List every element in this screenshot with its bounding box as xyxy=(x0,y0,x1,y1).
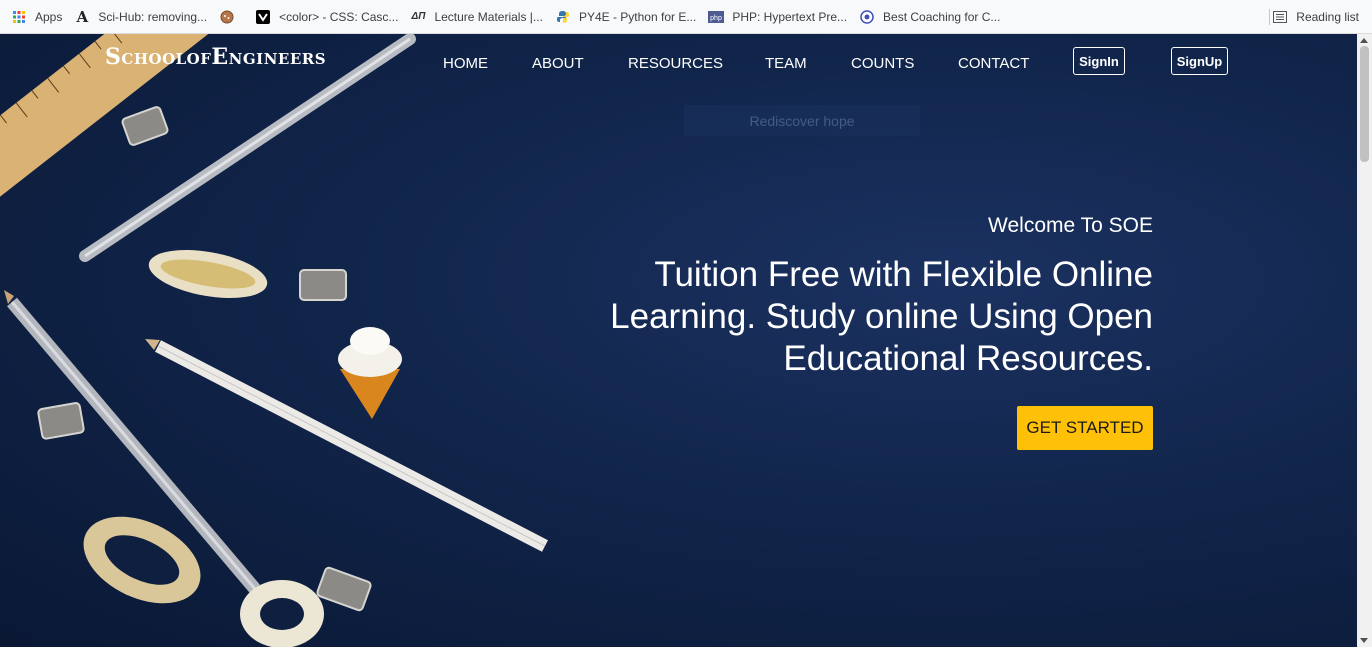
bookmark-apps[interactable]: Apps xyxy=(11,9,62,25)
nav-resources[interactable]: RESOURCES xyxy=(628,55,723,72)
nav-about[interactable]: ABOUT xyxy=(532,55,584,72)
bookmark-label: <color> - CSS: Casc... xyxy=(279,9,399,24)
scrollbar-thumb[interactable] xyxy=(1360,46,1369,162)
reading-list-button[interactable]: Reading list xyxy=(1272,0,1359,34)
nav-team[interactable]: TEAM xyxy=(765,55,807,72)
bookmark-label: Lecture Materials |... xyxy=(434,9,543,24)
page-scrollbar[interactable] xyxy=(1357,34,1372,647)
nptel-icon: ΔΠ xyxy=(411,11,426,22)
bookmark-label: Best Coaching for C... xyxy=(883,9,1001,24)
mdn-icon xyxy=(255,9,271,25)
reading-list-label: Reading list xyxy=(1296,10,1359,24)
bookmark-label: Apps xyxy=(35,9,63,24)
bookmarks-bar: Apps A Sci-Hub: removing... <color> - CS… xyxy=(0,0,1372,34)
signup-button[interactable]: SignUp xyxy=(1171,47,1228,75)
bookmark-php[interactable]: php PHP: Hypertext Pre... xyxy=(708,9,847,25)
sci-hub-icon: A xyxy=(76,7,89,26)
bookmark-coaching[interactable]: Best Coaching for C... xyxy=(859,9,1000,25)
nav-contact[interactable]: CONTACT xyxy=(958,55,1029,72)
ice-cream-image xyxy=(338,327,402,419)
site-logo[interactable]: SchoolofEngineers xyxy=(105,44,326,70)
faded-banner: Rediscover hope xyxy=(684,105,920,136)
coaching-icon xyxy=(859,9,875,25)
signin-button[interactable]: SignIn xyxy=(1073,47,1125,75)
welcome-text: Welcome To SOE xyxy=(988,214,1153,237)
svg-text:php: php xyxy=(710,15,722,22)
hero-headline: Tuition Free with Flexible Online Learni… xyxy=(610,255,1153,378)
bookmark-label: PHP: Hypertext Pre... xyxy=(732,9,848,24)
washi-tape-image xyxy=(148,249,268,299)
reading-list-icon xyxy=(1272,9,1288,25)
bookmark-cookie[interactable] xyxy=(219,9,243,25)
php-icon: php xyxy=(708,9,725,25)
stationery-illustration xyxy=(0,34,548,647)
bookmark-lecture[interactable]: ΔΠ Lecture Materials |... xyxy=(410,9,543,25)
cookie-icon xyxy=(219,9,235,25)
bookmark-label: PY4E - Python for E... xyxy=(578,9,697,24)
get-started-button[interactable]: GET STARTED xyxy=(1017,406,1153,450)
bookmarks-divider xyxy=(1269,9,1270,25)
bookmark-sci-hub[interactable]: A Sci-Hub: removing... xyxy=(74,7,208,26)
scroll-up-icon[interactable] xyxy=(1360,38,1368,43)
bookmark-py4e[interactable]: PY4E - Python for E... xyxy=(555,9,696,25)
nav-counts[interactable]: COUNTS xyxy=(851,55,914,72)
apps-grid-icon xyxy=(11,9,27,25)
bookmark-mdn[interactable]: <color> - CSS: Casc... xyxy=(255,9,398,25)
scroll-down-icon[interactable] xyxy=(1360,638,1368,643)
bookmark-label: Sci-Hub: removing... xyxy=(98,9,208,24)
nav-home[interactable]: HOME xyxy=(443,55,488,72)
python-icon xyxy=(555,9,571,25)
hero-section: SchoolofEngineers HOME ABOUT RESOURCES T… xyxy=(0,34,1357,647)
